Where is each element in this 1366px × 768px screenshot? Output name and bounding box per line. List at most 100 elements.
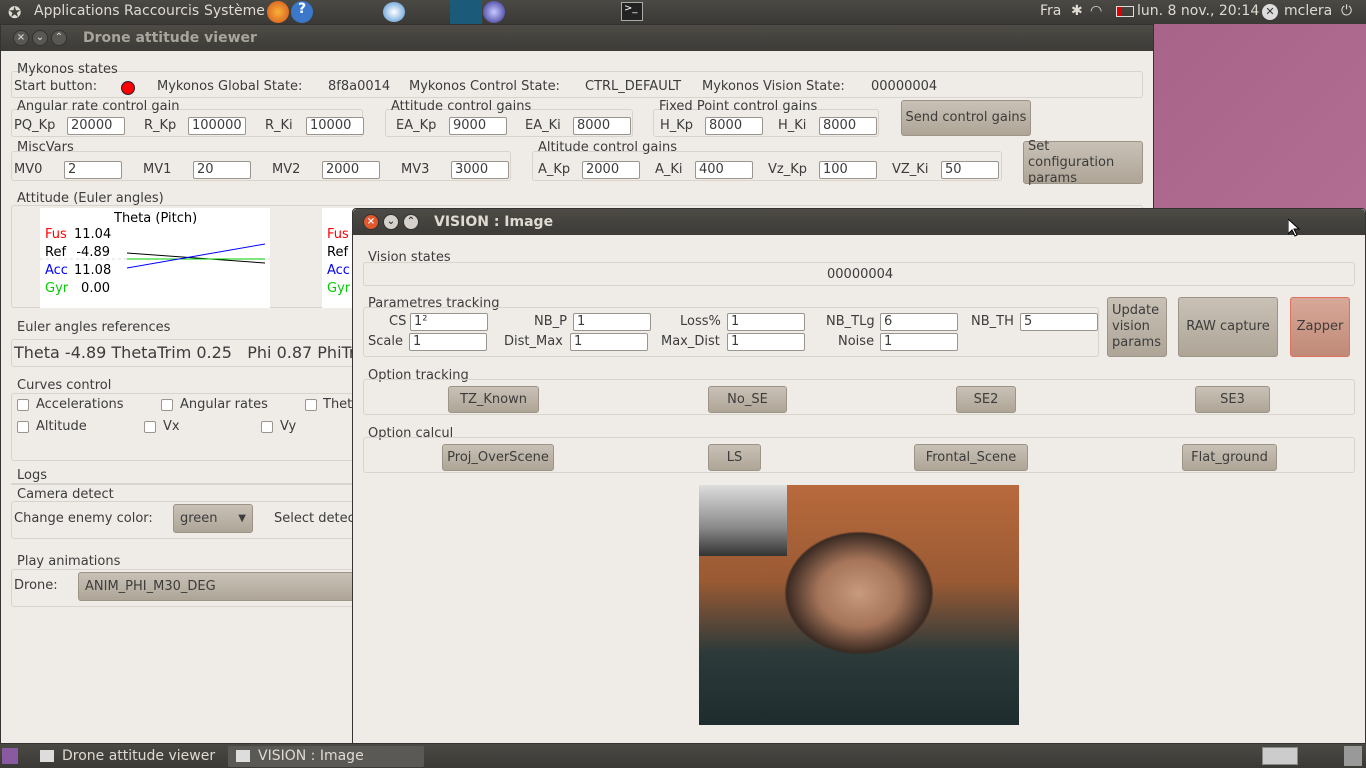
raw-capture-button[interactable]: RAW capture <box>1178 297 1278 357</box>
top-panel: ✪ Applications Raccourcis Système ? >_ F… <box>0 0 1366 24</box>
enemy-color-value: green <box>180 510 218 526</box>
eclipse-icon[interactable] <box>483 1 505 23</box>
theta-checkbox[interactable] <box>305 399 317 411</box>
vz-ki-input[interactable]: 50 <box>941 161 999 179</box>
taskbar: Drone attitude viewer VISION : Image <box>0 744 1366 768</box>
help-icon[interactable]: ? <box>291 1 313 23</box>
vy-label: Vy <box>280 419 297 434</box>
proj-overscene-button[interactable]: Proj_OverScene <box>442 444 554 471</box>
select-detect-label: Select detec <box>274 511 355 526</box>
nb-tlg-input[interactable]: 6 <box>880 313 958 331</box>
ls-button[interactable]: LS <box>708 444 761 471</box>
h-ki-input[interactable]: 8000 <box>819 117 877 135</box>
r-kp-input[interactable]: 100000 <box>188 117 246 135</box>
dropdown-arrow-icon: ▼ <box>238 513 246 524</box>
vy-checkbox[interactable] <box>261 421 273 433</box>
close-icon[interactable]: × <box>363 214 379 230</box>
misc-title: MiscVars <box>17 140 74 155</box>
fus-label: Fus <box>327 227 349 242</box>
show-desktop-icon[interactable] <box>2 748 18 764</box>
a-ki-input[interactable]: 400 <box>695 161 753 179</box>
scale-input[interactable]: 1 <box>409 333 487 351</box>
chromium-icon[interactable] <box>383 2 405 22</box>
power-icon[interactable]: ⏻ <box>1341 3 1352 19</box>
accelerations-checkbox[interactable] <box>17 399 29 411</box>
altitude-title: Altitude control gains <box>538 140 677 155</box>
mv3-input[interactable]: 3000 <box>451 161 509 179</box>
gyr-label: Gyr <box>327 281 351 296</box>
dist-max-label: Dist_Max <box>504 334 563 349</box>
camera-title: Camera detect <box>17 487 114 502</box>
terminal-icon[interactable]: >_ <box>621 2 643 21</box>
mv1-input[interactable]: 20 <box>193 161 251 179</box>
vz-kp-input[interactable]: 100 <box>819 161 877 179</box>
ea-kp-input[interactable]: 9000 <box>449 117 507 135</box>
username[interactable]: mclera <box>1284 3 1332 19</box>
control-state-value: CTRL_DEFAULT <box>585 79 682 94</box>
maximize-icon[interactable]: ⌃ <box>403 214 419 230</box>
r-ki-input[interactable]: 10000 <box>306 117 364 135</box>
keyboard-layout[interactable]: Fra <box>1040 3 1061 19</box>
app-thumbnail-icon[interactable] <box>450 0 482 24</box>
battery-icon[interactable] <box>1116 6 1134 17</box>
wifi-icon[interactable]: ◠ <box>1090 3 1102 19</box>
a-kp-input[interactable]: 2000 <box>582 161 640 179</box>
minimize-icon[interactable]: ⌄ <box>32 30 48 46</box>
loss--input[interactable]: 1 <box>727 313 805 331</box>
mv0-input[interactable]: 2 <box>64 161 122 179</box>
vision-title-bar[interactable]: × ⌄ ⌃ VISION : Image <box>353 209 1365 235</box>
menu-systeme[interactable]: Système <box>204 3 265 19</box>
logs-title: Logs <box>17 468 47 483</box>
h-kp-label: H_Kp <box>660 118 694 133</box>
close-icon[interactable]: × <box>13 30 29 46</box>
ea-ki-input[interactable]: 8000 <box>573 117 631 135</box>
drone-animation-select[interactable]: ANIM_PHI_M30_DEG <box>78 572 358 601</box>
cs-input[interactable]: 1² <box>410 313 488 331</box>
altitude-checkbox[interactable] <box>17 421 29 433</box>
menu-applications[interactable]: Applications <box>34 3 120 19</box>
max-dist-input[interactable]: 1 <box>727 333 805 351</box>
mv2-input[interactable]: 2000 <box>322 161 380 179</box>
enemy-color-select[interactable]: green ▼ <box>173 504 253 533</box>
no-se-button[interactable]: No_SE <box>708 386 787 413</box>
nb-th-input[interactable]: 5 <box>1020 313 1098 331</box>
title-bar[interactable]: × ⌄ ⌃ Drone attitude viewer <box>1 25 1153 51</box>
se2-button[interactable]: SE2 <box>956 386 1016 413</box>
ubuntu-logo-icon[interactable]: ✪ <box>8 3 21 22</box>
start-button-indicator[interactable] <box>121 81 135 95</box>
taskbar-item-drone[interactable]: Drone attitude viewer <box>32 746 224 767</box>
tz-known-button[interactable]: TZ_Known <box>448 386 539 413</box>
fus-label: Fus <box>45 227 67 242</box>
dist-max-input[interactable]: 1 <box>570 333 648 351</box>
se3-button[interactable]: SE3 <box>1195 386 1270 413</box>
set-configuration-button[interactable]: Set configuration params <box>1023 139 1143 186</box>
menu-raccourcis[interactable]: Raccourcis <box>124 3 199 19</box>
send-control-gains-button[interactable]: Send control gains <box>901 100 1031 136</box>
trash-icon[interactable] <box>1344 746 1362 766</box>
camera-thumbnail <box>699 485 787 556</box>
h-kp-input[interactable]: 8000 <box>705 117 763 135</box>
zapper-button[interactable]: Zapper <box>1290 297 1350 357</box>
bluetooth-icon[interactable]: ✱ <box>1071 3 1083 19</box>
vx-checkbox[interactable] <box>144 421 156 433</box>
attitude-title: Attitude (Euler angles) <box>17 191 164 206</box>
taskbar-item-vision[interactable]: VISION : Image <box>228 746 424 767</box>
pq-kp-input[interactable]: 20000 <box>67 117 125 135</box>
mv0-label: MV0 <box>14 162 43 177</box>
workspace-switcher[interactable] <box>1262 747 1298 765</box>
flat-ground-button[interactable]: Flat_ground <box>1182 444 1277 471</box>
vision-state-label: Mykonos Vision State: <box>702 79 845 94</box>
nb-p-input[interactable]: 1 <box>573 313 651 331</box>
minimize-icon[interactable]: ⌄ <box>383 214 399 230</box>
firefox-icon[interactable] <box>267 1 289 23</box>
maximize-icon[interactable]: ⌃ <box>51 30 67 46</box>
frontal-scene-button[interactable]: Frontal_Scene <box>914 444 1028 471</box>
vx-label: Vx <box>163 419 180 434</box>
angular-rates-label: Angular rates <box>180 397 268 412</box>
camera-image <box>699 485 1019 725</box>
angular-rates-checkbox[interactable] <box>161 399 173 411</box>
user-status-icon[interactable]: ✕ <box>1262 4 1278 20</box>
noise-input[interactable]: 1 <box>880 333 958 351</box>
update-vision-params-button[interactable]: Update vision params <box>1107 297 1167 357</box>
clock[interactable]: lun. 8 nov., 20:14 <box>1137 3 1259 19</box>
